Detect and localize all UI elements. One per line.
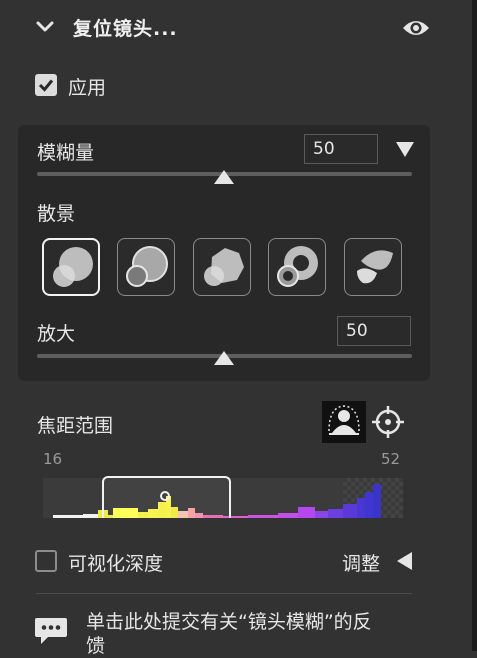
- focal-range-label: 焦距范围: [37, 415, 114, 437]
- focal-range-min: 16: [43, 450, 63, 468]
- bokeh-label: 散景: [37, 203, 76, 225]
- bokeh-blade-icon: [204, 248, 244, 286]
- adjust-label[interactable]: 调整: [342, 549, 380, 576]
- histogram-bar: [53, 515, 83, 518]
- bokeh-soap-bubble-button[interactable]: [117, 238, 175, 296]
- focus-subject-icon[interactable]: [322, 401, 366, 443]
- visualize-depth-checkbox[interactable]: [35, 550, 57, 572]
- depth-histogram[interactable]: [43, 476, 403, 518]
- panel-right-edge: [472, 0, 477, 651]
- magnify-label: 放大: [37, 323, 76, 345]
- magnify-field[interactable]: 50: [337, 316, 411, 346]
- bokeh-cat-eye-icon: [357, 250, 393, 284]
- bokeh-soap-bubble-icon: [126, 246, 168, 287]
- lens-blur-header[interactable]: 复位镜头...: [0, 0, 472, 56]
- bokeh-blade-button[interactable]: [193, 238, 251, 296]
- speech-bubble-icon[interactable]: [34, 616, 68, 646]
- panel-title: 复位镜头...: [73, 18, 178, 40]
- blur-amount-label: 模糊量: [37, 142, 95, 164]
- histogram-bar: [315, 511, 328, 518]
- histogram-bar: [343, 504, 357, 518]
- histogram-bar: [83, 514, 98, 518]
- triangle-down-icon[interactable]: [396, 142, 414, 157]
- apply-checkbox[interactable]: [35, 74, 57, 96]
- magnify-slider-handle[interactable]: [214, 351, 234, 365]
- blur-amount-field[interactable]: 50: [304, 134, 378, 164]
- histogram-bar: [328, 509, 343, 518]
- histogram-bar: [357, 498, 365, 518]
- divider: [36, 593, 412, 594]
- visualize-depth-label: 可视化深度: [68, 553, 164, 575]
- histogram-bar: [365, 492, 373, 518]
- bokeh-ring-button[interactable]: [268, 238, 326, 296]
- histogram-bar: [373, 484, 381, 518]
- chevron-down-icon[interactable]: [36, 18, 54, 36]
- triangle-left-icon[interactable]: [397, 552, 412, 570]
- bokeh-circle-icon: [53, 247, 93, 287]
- histogram-bar: [248, 515, 278, 518]
- focal-range-max: 52: [381, 450, 401, 468]
- apply-label: 应用: [68, 77, 107, 99]
- histogram-bar: [278, 513, 298, 518]
- focal-range-handle[interactable]: [160, 491, 170, 501]
- histogram-bar: [298, 507, 315, 518]
- blur-amount-slider-handle[interactable]: [214, 170, 234, 184]
- bokeh-ring-icon: [277, 246, 318, 287]
- eye-icon[interactable]: [402, 18, 430, 38]
- crosshair-icon[interactable]: [371, 405, 405, 439]
- bokeh-cat-eye-button[interactable]: [344, 238, 402, 296]
- bokeh-circle-button[interactable]: [42, 238, 100, 296]
